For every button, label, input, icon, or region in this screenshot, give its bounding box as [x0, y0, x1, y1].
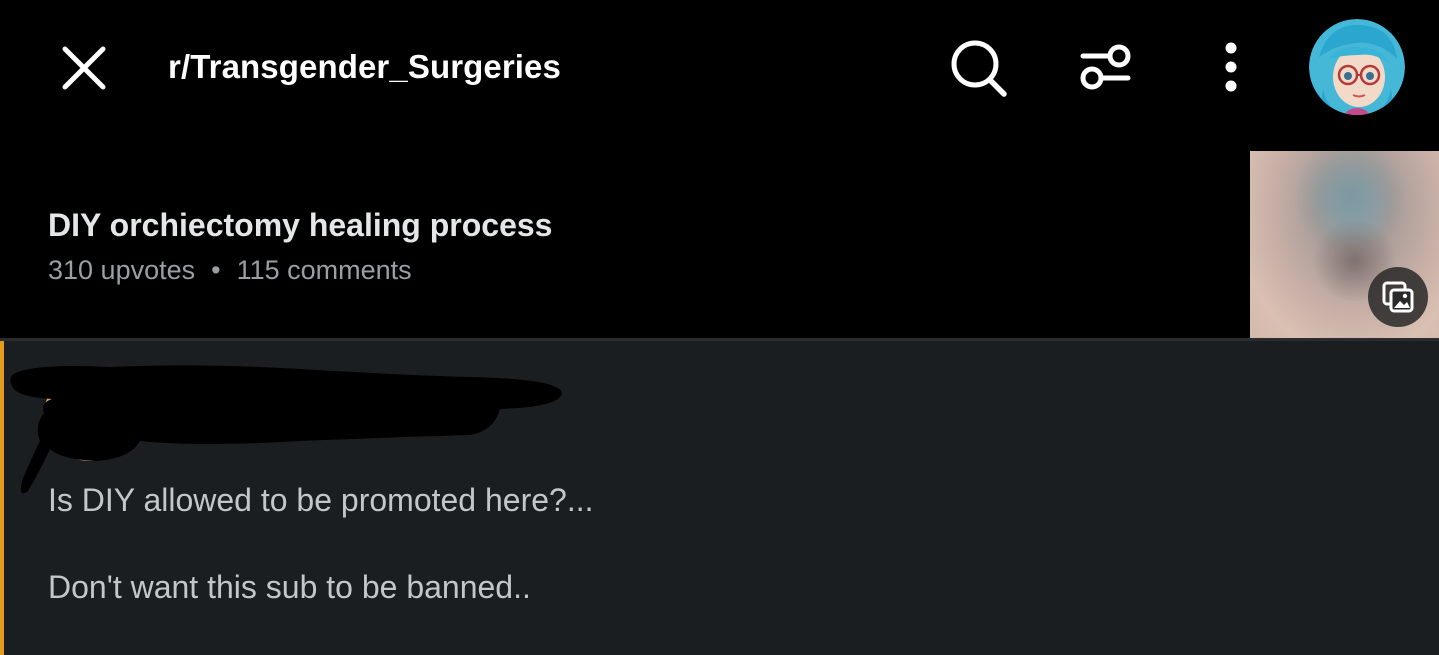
close-icon — [62, 46, 106, 90]
user-avatar[interactable] — [1309, 19, 1405, 115]
meta-separator: • — [211, 255, 221, 285]
gallery-badge — [1368, 267, 1428, 327]
app-window: r/Transgender_Surgeries DIY orchiectomy … — [0, 0, 1439, 655]
post-header: DIY orchiectomy healing process 310 upvo… — [0, 140, 1439, 339]
close-button[interactable] — [54, 38, 114, 98]
upvote-count: 310 upvotes — [48, 255, 196, 285]
avatar-image — [1309, 19, 1405, 115]
subreddit-name[interactable]: r/Transgender_Surgeries — [168, 48, 561, 86]
comment-body-line: Don't want this sub to be banned.. — [48, 569, 531, 605]
more-vertical-icon — [1225, 42, 1237, 92]
post-title[interactable]: DIY orchiectomy healing process — [48, 207, 552, 244]
comment-body-line: Is DIY allowed to be promoted here?... — [48, 482, 594, 518]
search-button[interactable] — [948, 36, 1008, 100]
post-thumbnail[interactable] — [1250, 151, 1439, 338]
comment-count: 115 comments — [236, 255, 412, 285]
gallery-icon — [1382, 281, 1414, 313]
comment[interactable]: Is DIY allowed to be promoted here?... D… — [0, 341, 1439, 655]
top-bar: r/Transgender_Surgeries — [0, 0, 1439, 140]
filter-icon — [1080, 44, 1131, 90]
filter-button[interactable] — [1075, 36, 1135, 100]
more-options-button[interactable] — [1200, 36, 1260, 100]
post-meta: 310 upvotes • 115 comments — [48, 255, 412, 286]
search-icon — [951, 40, 1007, 97]
